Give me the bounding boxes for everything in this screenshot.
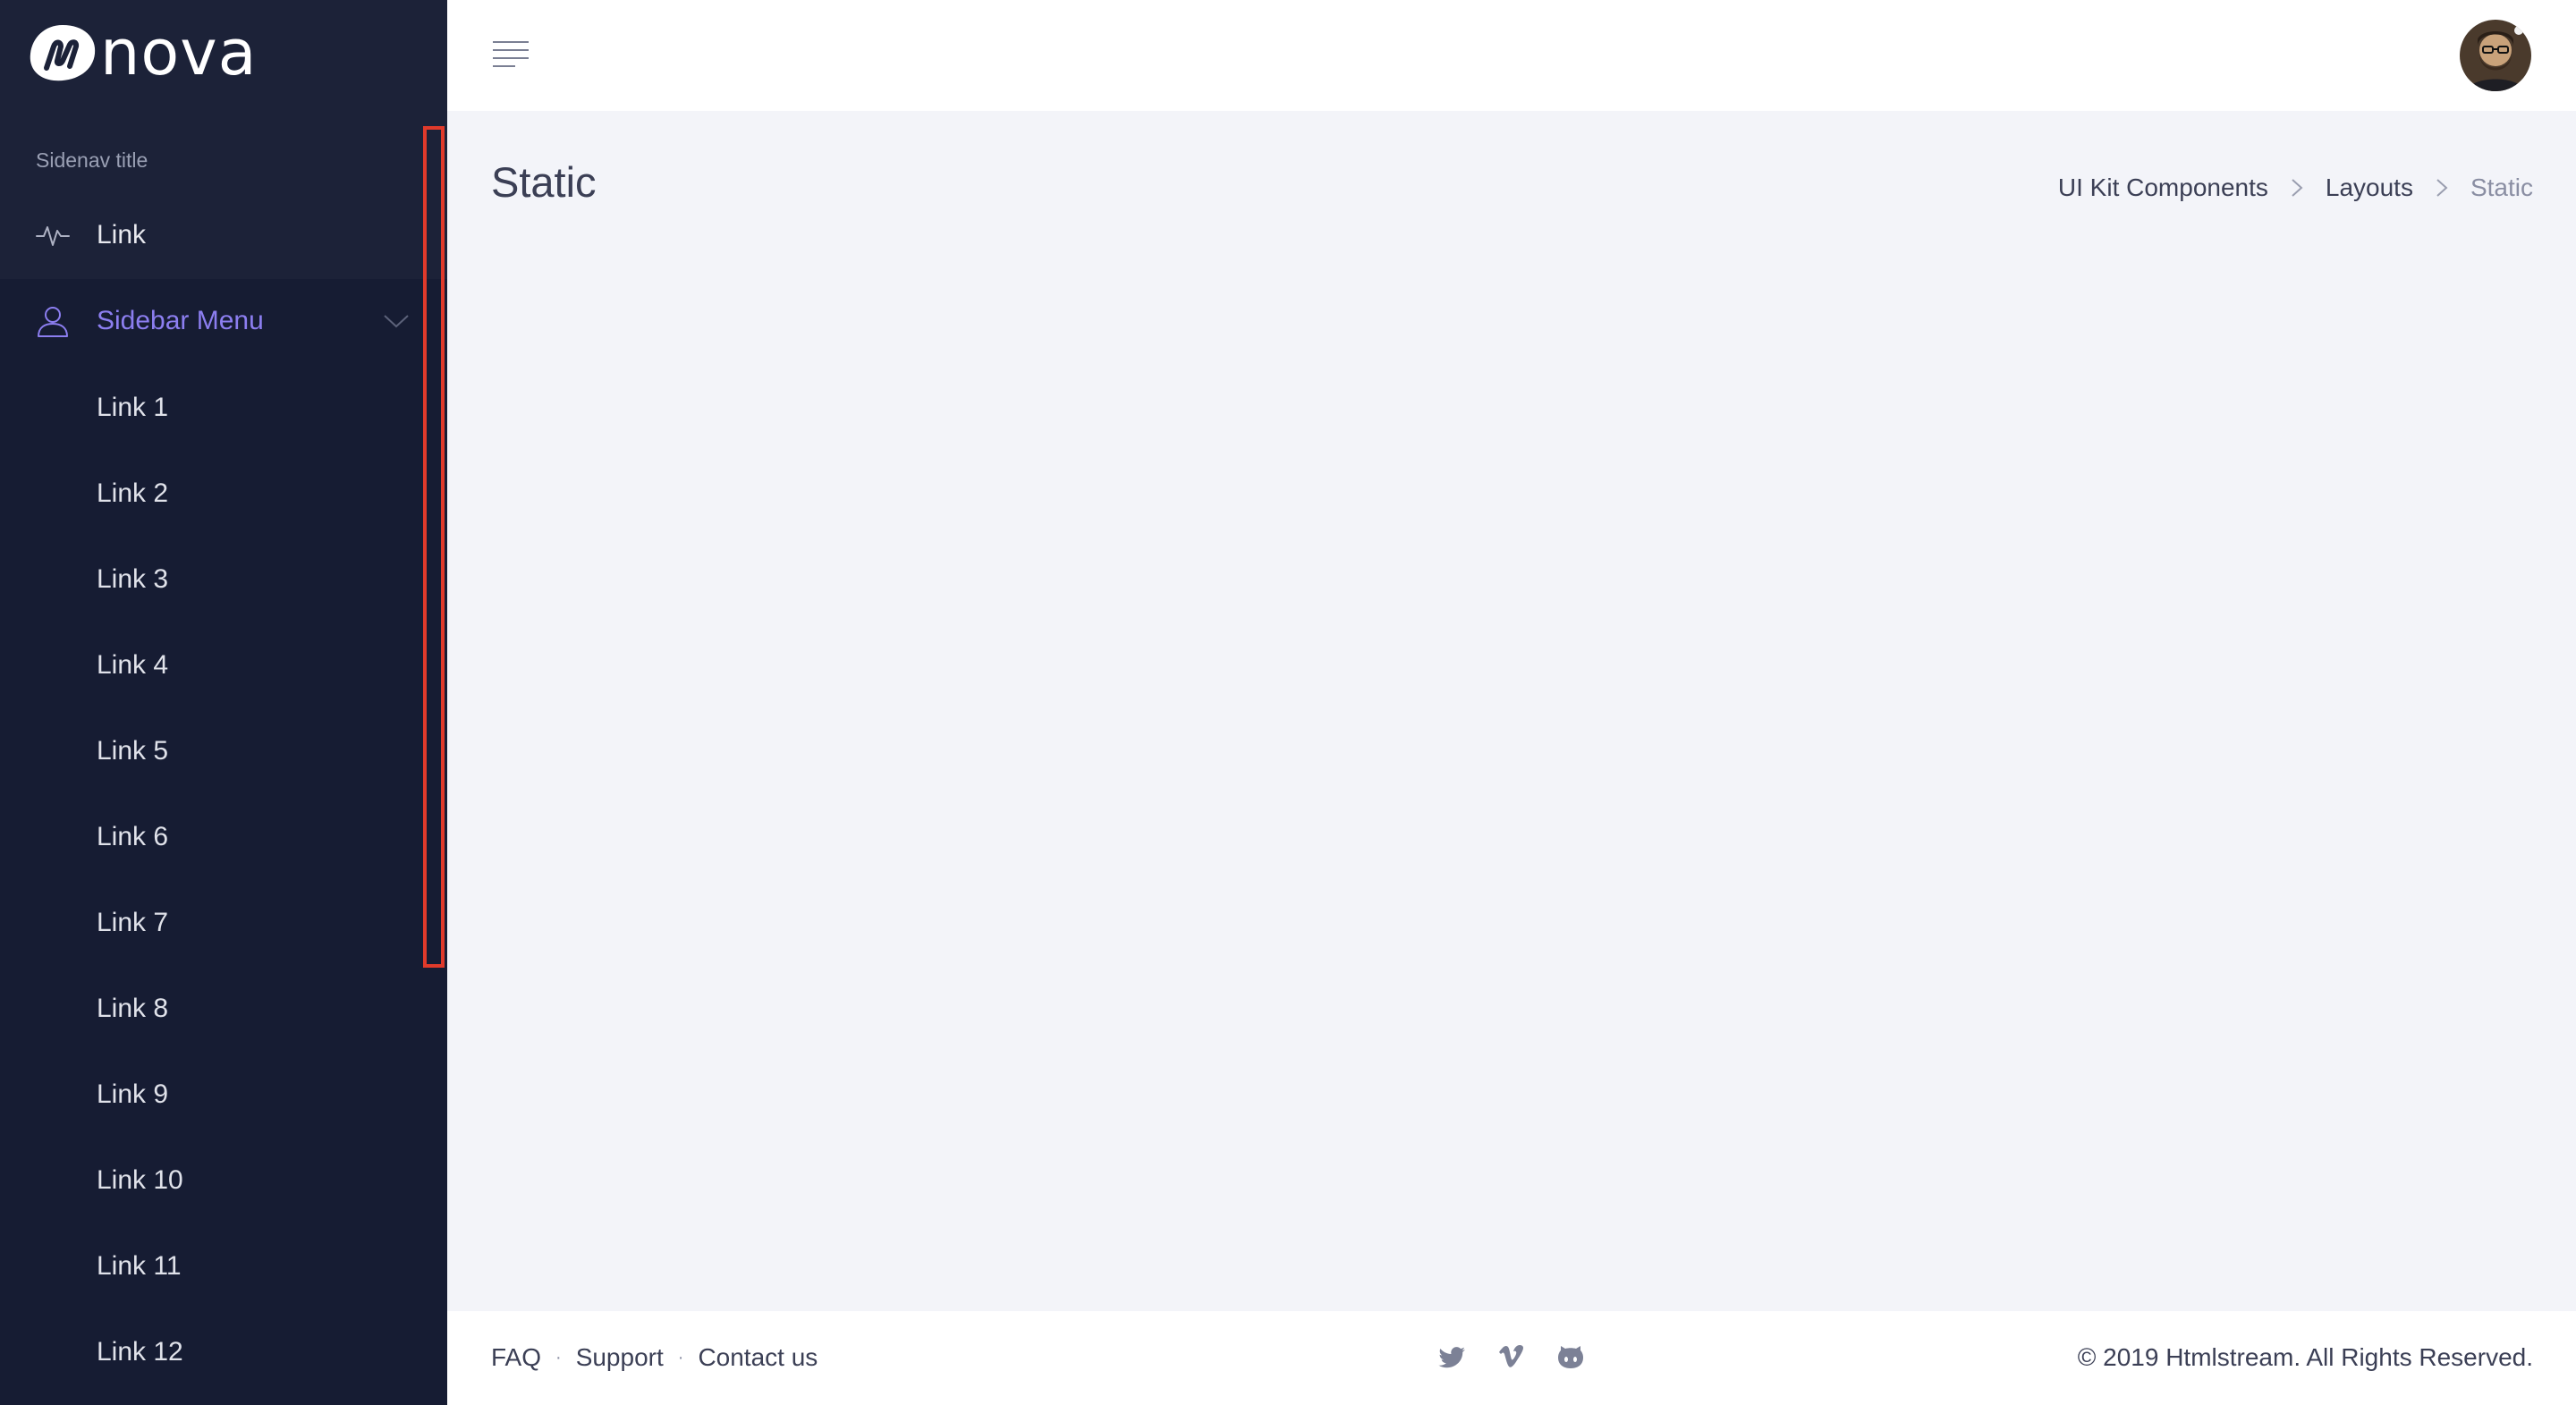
sidebar-menu-toggle[interactable]: Sidebar Menu <box>0 285 447 357</box>
sidebar-submenu-item[interactable]: Link 6 <box>0 801 447 873</box>
sidebar: nova Sidenav title Link Sidebar Menu Lin… <box>0 0 447 1405</box>
nova-logo-icon <box>30 25 96 81</box>
page-title: Static <box>491 158 597 206</box>
sidenav-title: Sidenav title <box>36 148 148 172</box>
footer-links: FAQ · Support · Contact us <box>491 1343 818 1372</box>
breadcrumb-item[interactable]: Layouts <box>2326 174 2413 202</box>
menu-toggle-icon[interactable] <box>492 39 530 70</box>
avatar[interactable] <box>2460 20 2531 91</box>
submenu-item-label: Link 12 <box>97 1337 183 1367</box>
brand-logo[interactable]: nova <box>27 21 258 84</box>
submenu-item-label: Link 3 <box>97 564 169 594</box>
submenu-item-label: Link 5 <box>97 736 169 766</box>
submenu-item-label: Link 6 <box>97 822 169 851</box>
sidebar-submenu-item[interactable]: Link 9 <box>0 1059 447 1130</box>
chevron-right-icon <box>2436 179 2448 197</box>
submenu-item-label: Link 10 <box>97 1165 183 1195</box>
user-icon <box>38 307 68 337</box>
sidebar-submenu-item[interactable]: Link 4 <box>0 630 447 701</box>
footer: FAQ · Support · Contact us © 2019 Htmlst… <box>447 1311 2576 1405</box>
sidebar-item-link[interactable]: Link <box>0 199 447 271</box>
sidebar-menu-label: Sidebar Menu <box>97 306 264 335</box>
submenu-item-label: Link 7 <box>97 908 169 937</box>
brand-name: nova <box>100 16 258 89</box>
sidebar-submenu-item[interactable]: Link 7 <box>0 887 447 959</box>
sidebar-submenu-item[interactable]: Link 8 <box>0 973 447 1045</box>
sidebar-submenu-item[interactable]: Link 1 <box>0 372 447 444</box>
separator-dot: · <box>677 1347 684 1367</box>
submenu-item-label: Link 8 <box>97 994 169 1023</box>
breadcrumb-current: Static <box>2470 174 2533 201</box>
sidebar-submenu-item[interactable]: Link 10 <box>0 1145 447 1216</box>
footer-link-contact[interactable]: Contact us <box>698 1343 818 1372</box>
submenu-item-label: Link 4 <box>97 650 169 680</box>
separator-dot: · <box>555 1347 562 1367</box>
sidebar-item-label: Link <box>97 220 147 250</box>
submenu-item-label: Link 11 <box>97 1251 182 1281</box>
sidebar-submenu-item[interactable]: Link 2 <box>0 458 447 529</box>
submenu-item-label: Link 1 <box>97 393 169 422</box>
activity-icon <box>36 226 70 246</box>
breadcrumb: UI Kit Components Layouts Static <box>2058 174 2533 202</box>
github-icon[interactable] <box>1556 1343 1585 1372</box>
submenu-item-label: Link 9 <box>97 1079 169 1109</box>
sidebar-submenu-item[interactable]: Link 11 <box>0 1231 447 1302</box>
vimeo-icon[interactable] <box>1497 1343 1526 1372</box>
chevron-right-icon <box>2292 179 2303 197</box>
sidebar-submenu-item[interactable]: Link 3 <box>0 544 447 615</box>
twitter-icon[interactable] <box>1438 1343 1467 1372</box>
footer-link-faq[interactable]: FAQ <box>491 1343 541 1372</box>
submenu-item-label: Link 2 <box>97 478 169 508</box>
chevron-down-icon <box>384 315 409 328</box>
footer-link-support[interactable]: Support <box>576 1343 664 1372</box>
breadcrumb-item[interactable]: UI Kit Components <box>2058 174 2268 202</box>
user-avatar-icon <box>2460 20 2531 91</box>
copyright: © 2019 Htmlstream. All Rights Reserved. <box>2077 1343 2533 1371</box>
sidebar-submenu-item[interactable]: Link 5 <box>0 715 447 787</box>
top-header <box>447 0 2576 111</box>
social-links <box>1438 1343 1585 1372</box>
sidebar-submenu-item[interactable]: Link 12 <box>0 1316 447 1388</box>
